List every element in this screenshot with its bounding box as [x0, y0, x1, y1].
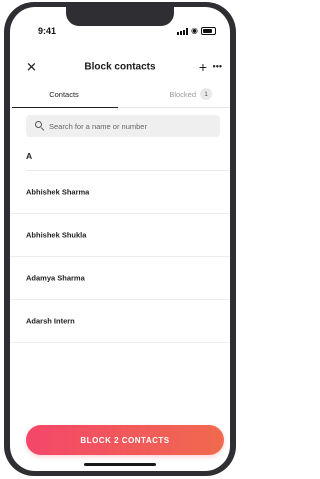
more-options-button[interactable]: ••• [213, 62, 222, 72]
device-notch [66, 7, 174, 26]
home-indicator [84, 463, 156, 466]
add-button[interactable]: + [199, 60, 207, 74]
search-bar[interactable] [26, 115, 220, 137]
phone-frame: 9:41 ◉ ✕ Block contacts + ••• Contacts B… [4, 2, 236, 476]
tab-blocked[interactable]: Blocked 1 [118, 81, 230, 107]
tab-contacts-label: Contacts [49, 89, 79, 99]
wifi-icon: ◉ [191, 26, 198, 35]
tab-bar: Contacts Blocked 1 [10, 81, 230, 108]
battery-icon [201, 27, 216, 35]
contact-name: Abhishek Sharma [26, 187, 90, 197]
page-title: Block contacts [84, 61, 156, 73]
app-screen: 9:41 ◉ ✕ Block contacts + ••• Contacts B… [10, 7, 230, 471]
contact-name: Adamya Sharma [26, 273, 85, 283]
status-time: 9:41 [38, 26, 57, 36]
search-icon [33, 119, 47, 133]
contact-row[interactable]: Adamya Sharma [10, 257, 230, 300]
tab-contacts[interactable]: Contacts [10, 81, 118, 108]
contact-row[interactable]: Abhishek Shukla [10, 214, 230, 257]
contact-name: Abhishek Shukla [26, 230, 87, 240]
signal-icon [177, 27, 189, 35]
contact-name: Adarsh Intern [26, 316, 75, 326]
block-contacts-button[interactable]: BLOCK 2 CONTACTS [26, 425, 224, 455]
contact-row[interactable]: Abhishek Sharma [10, 171, 230, 214]
status-icons: ◉ [177, 27, 216, 35]
section-header-letter: A [26, 151, 33, 161]
contact-row[interactable]: Adarsh Intern [10, 300, 230, 343]
search-input[interactable] [49, 121, 209, 131]
app-header: ✕ Block contacts + ••• [10, 53, 230, 81]
blocked-count-badge: 1 [200, 88, 212, 100]
tab-blocked-label: Blocked [169, 89, 196, 99]
